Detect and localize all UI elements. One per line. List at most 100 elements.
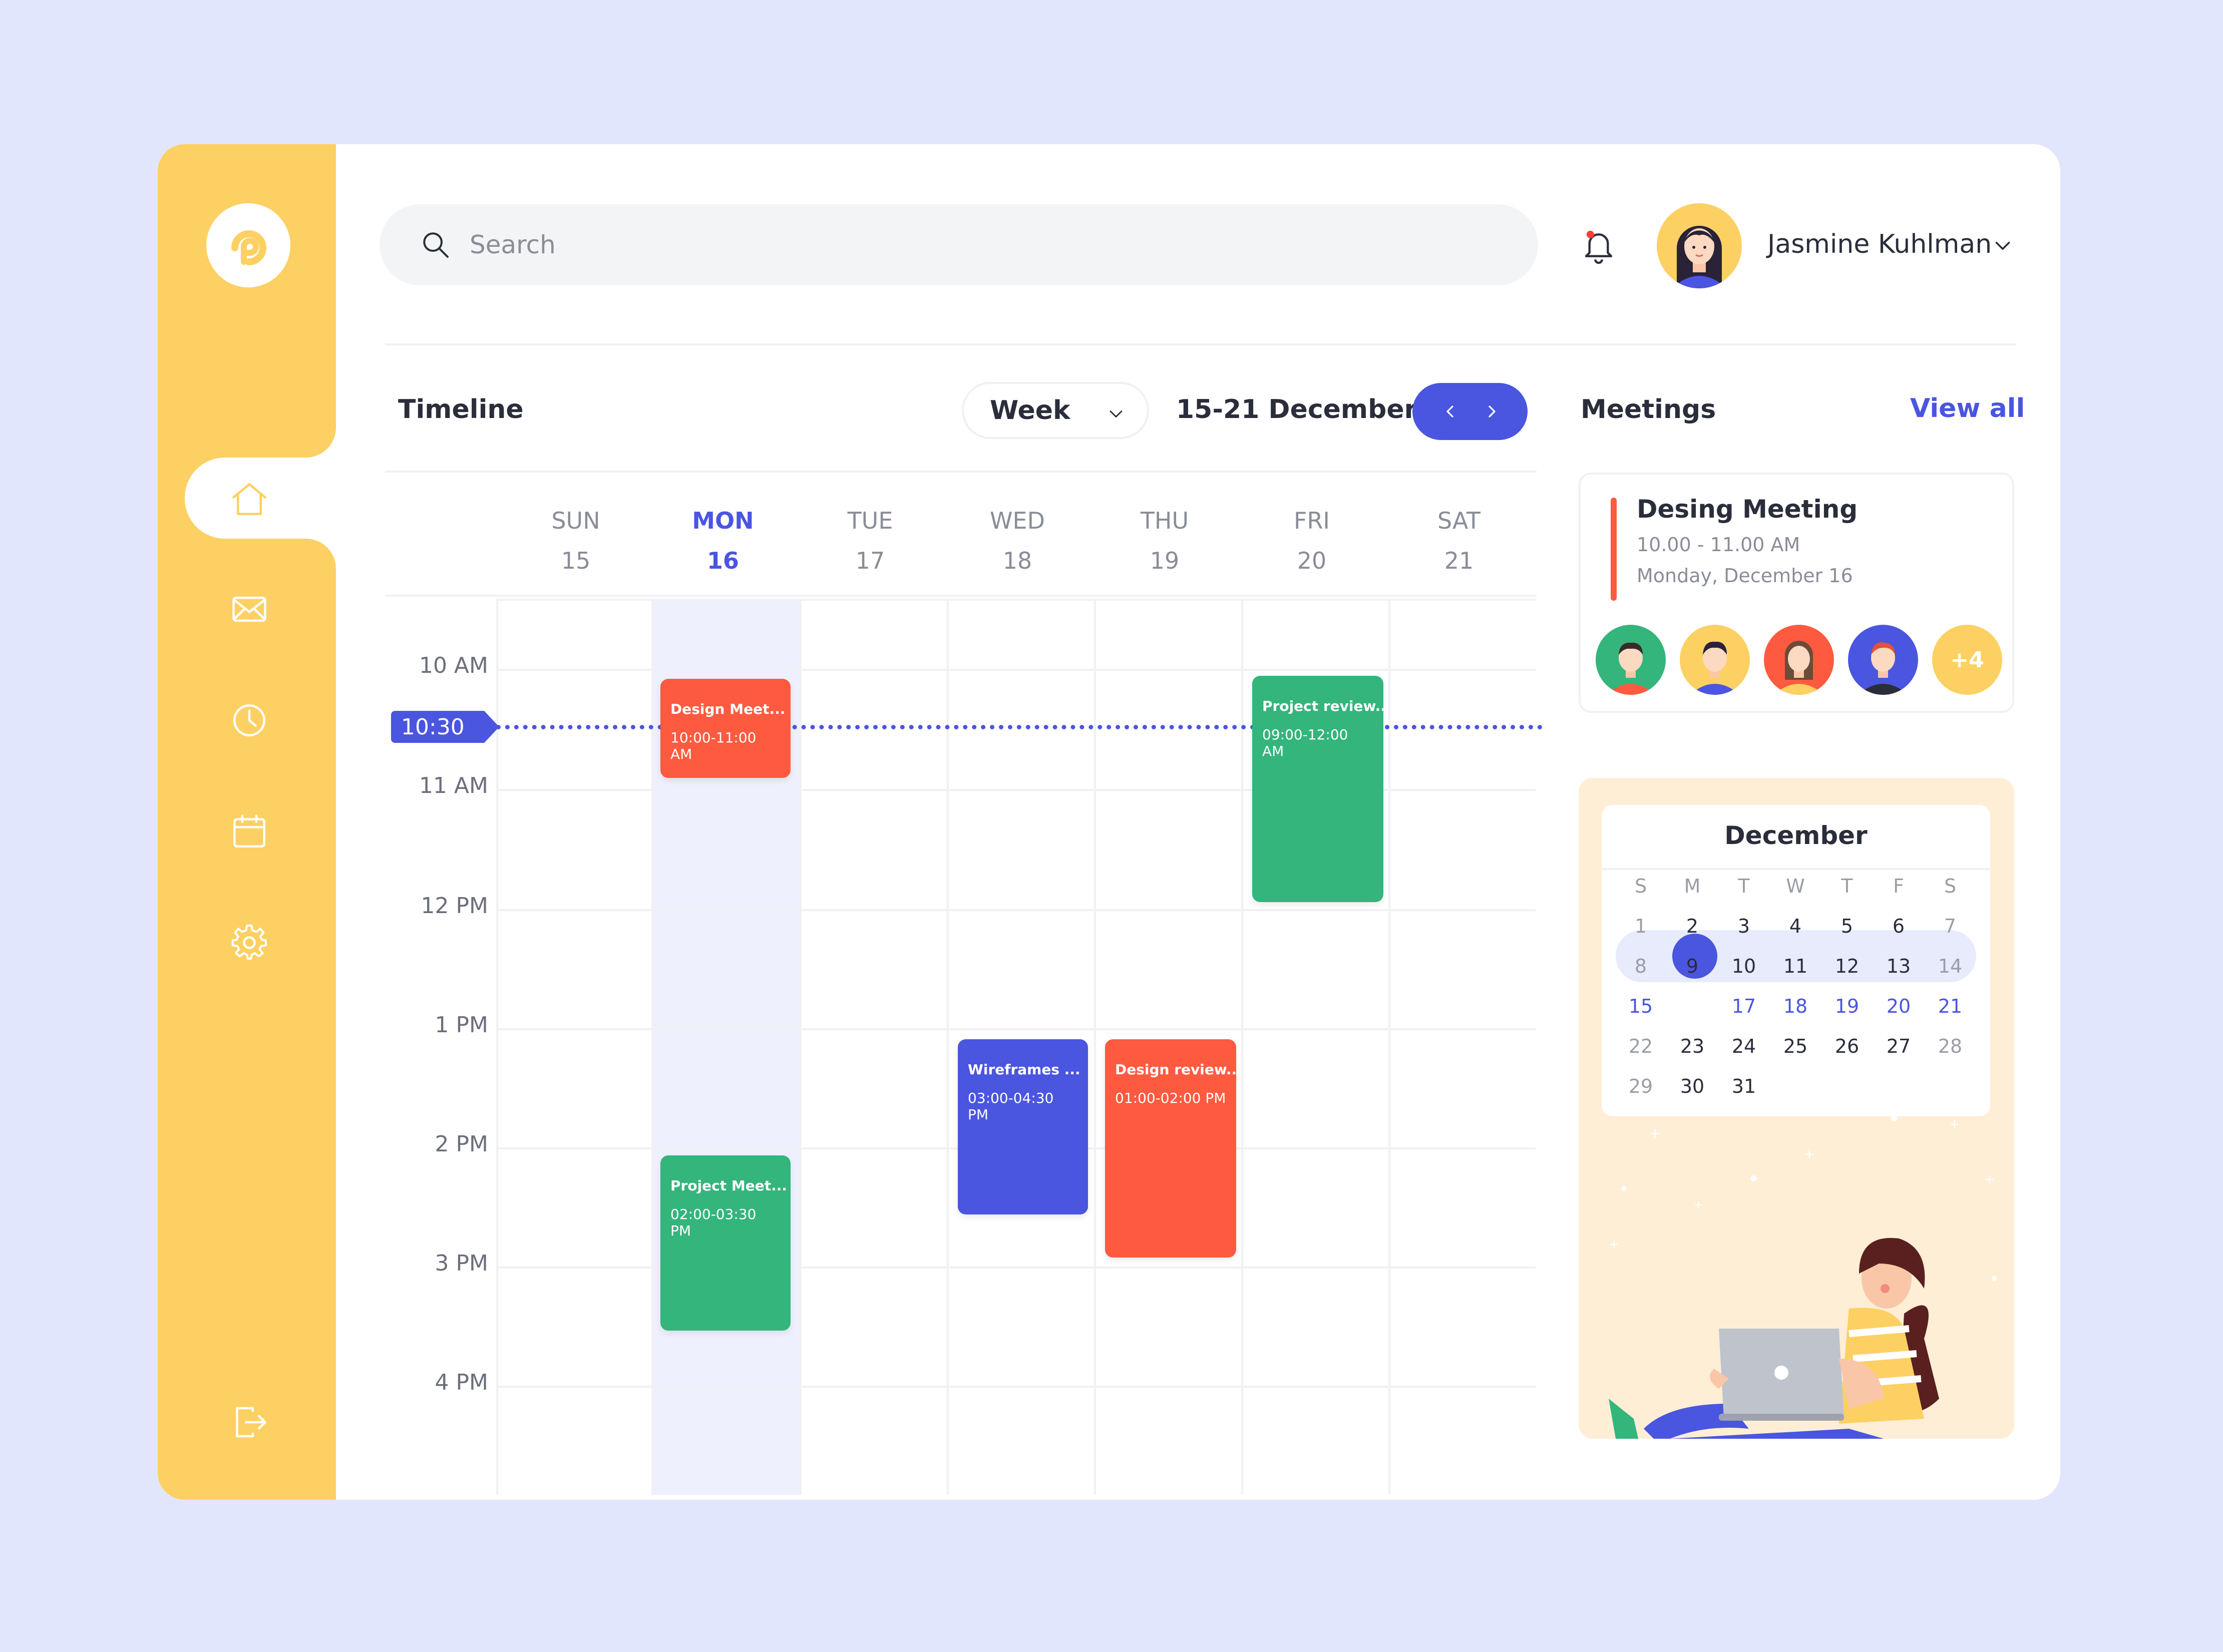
mini-calendar-day[interactable]: 7 (1925, 906, 1975, 946)
day-header-sun[interactable]: SUN 15 (502, 501, 649, 581)
mini-calendar-day[interactable]: 19 (1822, 986, 1872, 1026)
mini-calendar-day[interactable]: 15 (1616, 986, 1666, 1026)
mini-calendar-day[interactable]: 10 (1719, 946, 1769, 986)
search-input[interactable] (470, 230, 1421, 259)
chevron-down-icon[interactable] (1990, 233, 2015, 258)
logout-icon[interactable] (227, 1400, 272, 1445)
event-time: 01:00-02:00 PM (1115, 1090, 1226, 1106)
avatar[interactable] (1657, 203, 1742, 288)
event-title: Design review... (1115, 1061, 1236, 1078)
day-header-thu[interactable]: THU 19 (1091, 501, 1238, 581)
mini-calendar-day[interactable]: 28 (1925, 1026, 1975, 1066)
svg-text:+: + (1694, 1199, 1703, 1211)
user-name[interactable]: Jasmine Kuhlman (1767, 229, 1992, 259)
day-header-wed[interactable]: WED 18 (944, 501, 1091, 581)
mini-calendar-day[interactable]: 20 (1874, 986, 1924, 1026)
meeting-color-bar (1611, 498, 1617, 601)
event-card[interactable]: Design Meet... 10:00-11:00 AM (660, 679, 791, 778)
clock-icon[interactable] (227, 698, 272, 743)
mini-calendar-day[interactable]: 6 (1874, 906, 1924, 946)
mini-calendar-day[interactable]: 2 (1667, 906, 1717, 946)
mini-calendar-day[interactable]: 1 (1616, 906, 1666, 946)
meeting-date: Monday, December 16 (1637, 565, 1853, 587)
day-header-tue[interactable]: TUE 17 (797, 501, 944, 581)
view-all-link[interactable]: View all (1910, 393, 2025, 424)
event-card[interactable]: Design review... 01:00-02:00 PM (1105, 1039, 1236, 1258)
logo-icon[interactable] (206, 203, 290, 287)
mini-calendar-day[interactable]: 17 (1719, 986, 1769, 1026)
view-select[interactable]: Week (962, 382, 1149, 439)
current-time-line (496, 725, 1543, 729)
mini-calendar-day[interactable]: 4 (1770, 906, 1820, 946)
mini-calendar-weekday: S (1634, 875, 1647, 897)
event-card[interactable]: Project Meet... 02:00-03:30 PM (660, 1155, 791, 1331)
grid-line (496, 669, 1536, 671)
settings-icon[interactable] (227, 920, 272, 965)
grid-line (947, 599, 949, 1495)
day-header-fri[interactable]: FRI 20 (1238, 501, 1385, 581)
mini-calendar-day[interactable]: 21 (1925, 986, 1975, 1026)
avatar[interactable] (1848, 625, 1918, 695)
chevron-left-icon[interactable] (1432, 394, 1467, 429)
search-bar[interactable] (380, 204, 1538, 285)
mini-calendar-weekday: M (1684, 875, 1701, 897)
avatar[interactable] (1596, 625, 1666, 695)
calendar-icon[interactable] (227, 809, 272, 854)
event-time: 09:00-12:00 AM (1262, 726, 1348, 759)
mini-calendar-day[interactable]: 25 (1770, 1026, 1820, 1066)
mini-calendar-day[interactable]: 23 (1667, 1026, 1717, 1066)
mini-calendar-day[interactable]: 11 (1770, 946, 1820, 986)
bell-icon[interactable] (1579, 225, 1619, 265)
more-attendees-badge[interactable]: +4 (1932, 625, 2002, 695)
woman-laptop-illustration: + + + + + + (1609, 1115, 1997, 1439)
mini-calendar-weekday: W (1786, 875, 1805, 897)
svg-text:+: + (1949, 1117, 1960, 1132)
grid-line (1094, 599, 1096, 1495)
mini-calendar-day[interactable]: 24 (1719, 1026, 1769, 1066)
meeting-card[interactable]: Desing Meeting 10.00 - 11.00 AM Monday, … (1579, 473, 2014, 713)
avatar[interactable] (1680, 625, 1750, 695)
day-header-divider (385, 595, 1537, 597)
mini-calendar-month: December (1724, 821, 1868, 850)
chevron-right-icon[interactable] (1474, 394, 1510, 429)
mini-calendar-day[interactable]: 13 (1874, 946, 1924, 986)
svg-text:+: + (1649, 1125, 1661, 1142)
mini-calendar-day[interactable]: 26 (1822, 1026, 1872, 1066)
mini-calendar: December S M T W T F S 1 2 3 4 5 6 7 8 9 10 11 12 13 14 15 16 1… (1602, 805, 1990, 1116)
grid-line (496, 1386, 1536, 1388)
calendar-panel: December S M T W T F S 1 2 3 4 5 6 7 8 9 10 11 12 13 14 15 16 1… (1579, 778, 2014, 1439)
mini-calendar-day[interactable]: 12 (1822, 946, 1872, 986)
grid-line (651, 599, 653, 1495)
event-title: Design Meet... (670, 701, 786, 717)
mini-calendar-day[interactable]: 8 (1616, 946, 1666, 986)
time-label: 12 PM (421, 893, 488, 919)
day-header-mon[interactable]: MON 16 (649, 501, 797, 581)
timeline-divider (385, 471, 1537, 473)
mini-calendar-day[interactable]: 16 (1667, 986, 1717, 1026)
mail-icon[interactable] (227, 587, 272, 632)
timeline-title: Timeline (398, 394, 524, 425)
mini-calendar-day[interactable]: 22 (1616, 1026, 1666, 1066)
event-card[interactable]: Project review... 09:00-12:00 AM (1252, 676, 1383, 902)
mini-calendar-day[interactable]: 18 (1770, 986, 1820, 1026)
event-card[interactable]: Wireframes ... 03:00-04:30 PM (958, 1039, 1088, 1214)
mini-calendar-day[interactable]: 3 (1719, 906, 1769, 946)
current-time-badge: 10:30 (391, 711, 499, 743)
mini-calendar-day[interactable]: 14 (1925, 946, 1975, 986)
mini-calendar-day[interactable]: 5 (1822, 906, 1872, 946)
event-title: Wireframes ... (968, 1061, 1080, 1078)
mini-calendar-day[interactable]: 27 (1874, 1026, 1924, 1066)
svg-text:+: + (1804, 1147, 1815, 1162)
grid-line (496, 599, 1536, 601)
event-time: 10:00-11:00 AM (670, 729, 757, 762)
avatar[interactable] (1764, 625, 1834, 695)
mini-calendar-day[interactable]: 9 (1667, 946, 1717, 986)
mini-calendar-weekday: T (1738, 875, 1750, 897)
event-title: Project review... (1262, 698, 1383, 714)
grid-line (800, 599, 802, 1495)
day-header-sat[interactable]: SAT 21 (1385, 501, 1533, 581)
week-pager (1412, 383, 1528, 440)
app-window: Jasmine Kuhlman Timeline Week 15-21 Dece… (158, 144, 2060, 1500)
home-icon[interactable] (227, 477, 272, 522)
time-label: 11 AM (419, 773, 488, 798)
